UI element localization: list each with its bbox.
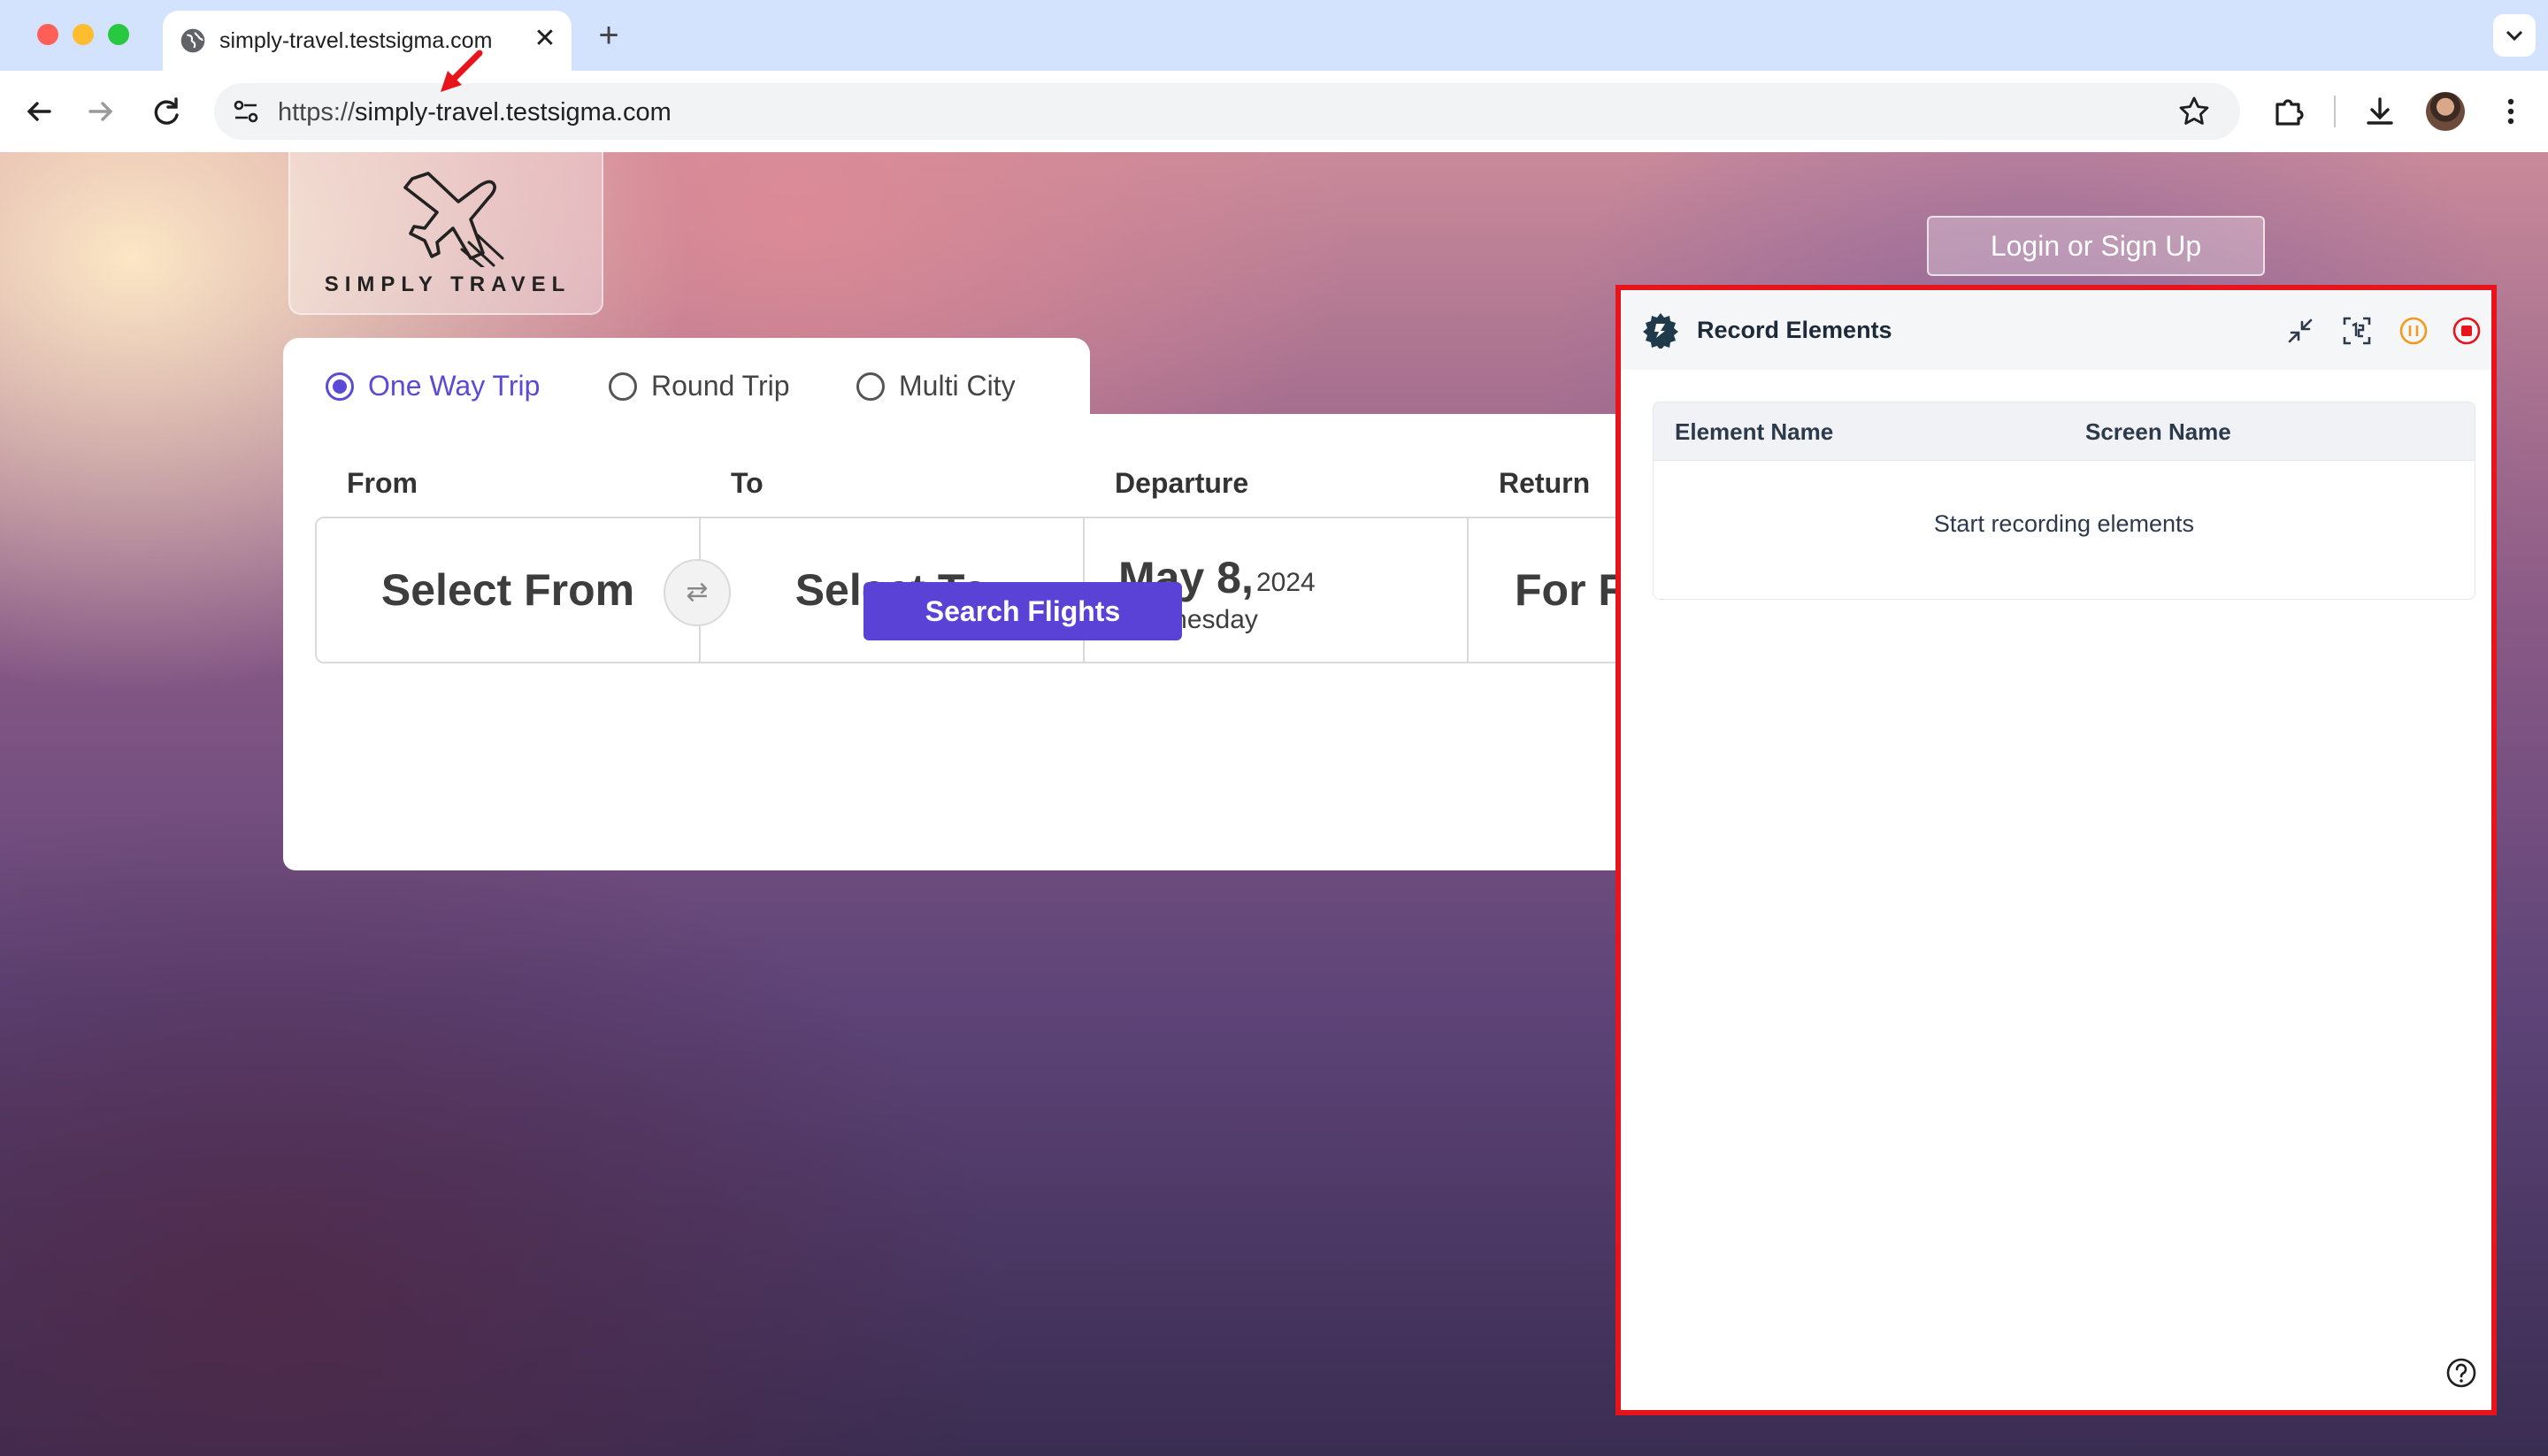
window-close-button[interactable]: [37, 24, 58, 45]
browser-toolbar: https://simply-travel.testsigma.com: [0, 71, 2548, 152]
url-host: simply-travel.testsigma.com: [355, 98, 672, 126]
trip-option-label: Multi City: [899, 370, 1016, 402]
radio-unchecked-icon: [856, 372, 885, 401]
airplane-icon: [403, 172, 504, 267]
chevron-down-icon: [2506, 30, 2523, 42]
from-label: From: [347, 467, 418, 499]
site-settings-icon[interactable]: [230, 96, 262, 127]
trip-option-one-way[interactable]: One Way Trip: [326, 370, 540, 402]
elements-table-header: Element Name Screen Name: [1653, 402, 2475, 460]
trip-option-multi-city[interactable]: Multi City: [856, 370, 1016, 402]
new-tab-button[interactable]: +: [591, 18, 626, 53]
extensions-puzzle-icon[interactable]: [2268, 92, 2307, 131]
logo-text: SIMPLY TRAVEL: [324, 272, 572, 296]
forward-arrow-icon[interactable]: [81, 92, 120, 131]
help-question-icon[interactable]: [2444, 1355, 2479, 1391]
collapse-icon[interactable]: [2284, 315, 2316, 347]
reload-icon[interactable]: [147, 92, 186, 131]
radio-unchecked-icon: [609, 372, 637, 401]
bookmark-star-icon[interactable]: [2176, 94, 2212, 129]
column-header-screen-name: Screen Name: [2085, 418, 2231, 445]
download-icon[interactable]: [2360, 92, 2399, 131]
to-label: To: [731, 467, 764, 499]
return-label: Return: [1499, 467, 1591, 499]
toolbar-separator: [2334, 96, 2336, 127]
trip-option-label: One Way Trip: [368, 370, 541, 402]
window-minimize-button[interactable]: [73, 24, 94, 45]
from-value: Select From: [380, 565, 635, 615]
url-scheme: https://: [278, 98, 356, 126]
address-bar[interactable]: https://simply-travel.testsigma.com: [214, 83, 2240, 140]
empty-state-message: Start recording elements: [1933, 510, 2195, 537]
tab-close-icon[interactable]: ✕: [531, 25, 559, 53]
column-header-element-name: Element Name: [1675, 418, 1834, 445]
site-logo[interactable]: SIMPLY TRAVEL: [288, 152, 603, 315]
trip-option-round-trip[interactable]: Round Trip: [609, 370, 790, 402]
red-arrow-annotation-icon: [441, 50, 483, 92]
more-menu-icon[interactable]: [2491, 92, 2530, 131]
radio-checked-icon: [326, 372, 354, 401]
window-maximize-button[interactable]: [108, 24, 129, 45]
departure-year: 2024: [1256, 568, 1316, 597]
search-flights-button[interactable]: Search Flights: [863, 582, 1182, 640]
elements-table-body: Start recording elements: [1653, 460, 2475, 600]
panel-header: Record Elements: [1621, 290, 2491, 370]
stop-recording-icon[interactable]: [2451, 315, 2483, 347]
pause-icon[interactable]: [2398, 315, 2429, 347]
trip-type-selector: One Way Trip Round Trip Multi City: [283, 338, 1090, 426]
record-elements-panel: Record Elements Element Name Screen Name…: [1616, 285, 2497, 1415]
swap-icon[interactable]: ⇄: [664, 559, 731, 626]
trip-option-label: Round Trip: [651, 370, 790, 402]
browser-tab[interactable]: simply-travel.testsigma.com ✕: [163, 11, 572, 71]
element-selector-icon[interactable]: [2341, 315, 2373, 347]
browser-tab-bar: simply-travel.testsigma.com ✕ +: [0, 0, 2548, 71]
globe-icon: [180, 28, 205, 53]
url-text[interactable]: https://simply-travel.testsigma.com: [278, 98, 672, 127]
back-arrow-icon[interactable]: [19, 92, 58, 131]
profile-avatar[interactable]: [2426, 92, 2465, 131]
panel-title: Record Elements: [1697, 317, 1892, 343]
departure-label: Departure: [1115, 467, 1249, 499]
tab-search-button[interactable]: [2493, 14, 2536, 57]
simply-travel-page: SIMPLY TRAVEL Login or Sign Up One Way T…: [0, 152, 2548, 1456]
testsigma-gear-logo-icon: [1643, 313, 1678, 349]
login-signup-button[interactable]: Login or Sign Up: [1927, 216, 2265, 276]
from-field[interactable]: Select From: [317, 518, 701, 662]
